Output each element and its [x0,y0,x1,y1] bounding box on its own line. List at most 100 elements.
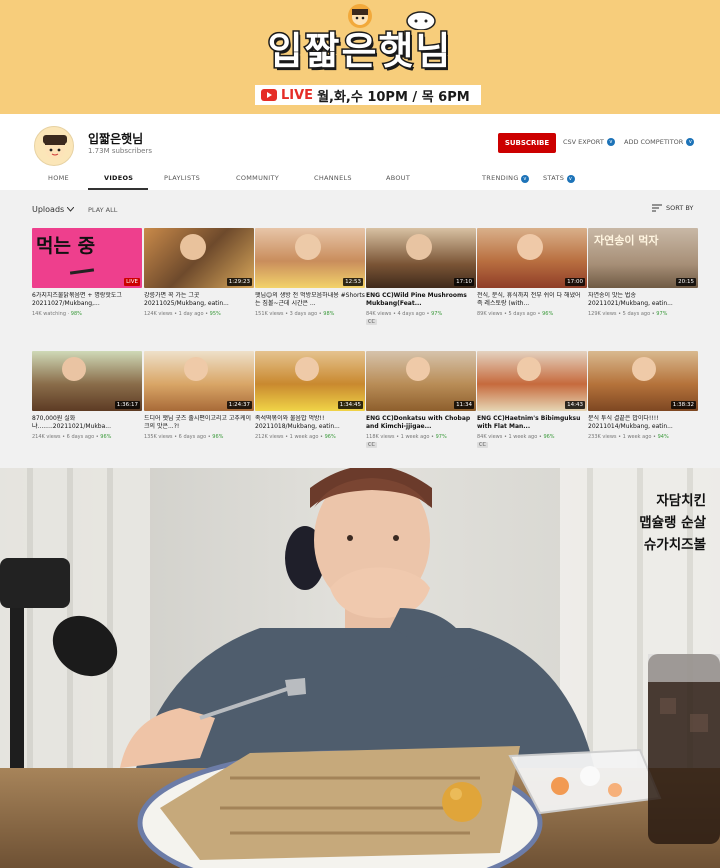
like-ratio: 96% [100,434,112,440]
video-title[interactable]: 분식 투식 결끝은 밥이다!!!! 20211014/Mukbang, eati… [588,415,698,431]
video-thumbnail[interactable]: 자연송이 먹자 20:15 [588,228,698,288]
upload-age: 5 days ago [508,311,536,317]
video-meta: 129K views • 5 days ago • 97% [588,311,668,317]
tab-stats[interactable]: STATS v [543,174,575,183]
video-duration: 1:38:32 [670,401,696,409]
caption-line: 자담치킨 [656,493,706,509]
video-duration: 17:10 [454,278,474,286]
caption-line: 슈가치즈볼 [643,537,706,553]
video-thumbnail[interactable]: 1:29:23 [144,228,254,288]
tab-playlists[interactable]: PLAYLISTS [164,174,200,182]
video-meta: 84K views • 4 days ago • 97% [366,311,443,317]
video-duration: 1:34:45 [337,401,363,409]
channel-tabs: HOME VIDEOS PLAYLISTS COMMUNITY CHANNELS… [0,170,720,238]
thumb-person [180,234,206,260]
video-thumbnail[interactable]: 12:53 [255,228,365,288]
video-title[interactable]: ENG CC)Haetnim's Bibimguksu with Flat Ma… [477,415,587,431]
sort-by-label: SORT BY [666,204,694,212]
video-thumbnail[interactable]: 1:38:32 [588,351,698,411]
vidiq-icon: v [521,175,530,183]
like-ratio: 98% [323,311,335,317]
video-title[interactable]: 족석떡볶이와 불음밥 먹방!! 20211018/Mukbang, eatin.… [255,415,365,431]
like-ratio: 96% [543,434,555,440]
video-thumbnail[interactable]: 먹는 중 LIVE [32,228,142,288]
video-title[interactable]: 870,000원 실화 냐........20211021/Mukba... [32,415,142,431]
tab-stats-label: STATS [543,174,565,182]
video-meta: 233K views • 1 week ago • 94% [588,434,669,440]
video-thumbnail[interactable]: 1:36:17 [32,351,142,411]
live-label: LIVE [281,87,314,103]
channel-name: 입짧은햇님 [88,132,144,146]
upload-age: 3 days ago [289,311,318,317]
video-meta: 89K views • 5 days ago • 96% [477,311,554,317]
video-thumbnail[interactable]: 17:00 [477,228,587,288]
video-title[interactable]: 드디어 햇님 굿즈 출시편이고리고 고추케이크의 맛은...?! [144,415,254,431]
view-count: 89K views [477,311,503,317]
video-duration: 1:24:37 [226,401,252,409]
cc-badge: CC [366,319,377,325]
video-meta: 212K views • 1 week ago • 96% [255,434,336,440]
like-ratio: 97% [656,311,668,317]
channel-avatar[interactable] [34,126,74,166]
upload-age: 1 week ago [622,434,652,440]
thumb-text: 자연송이 먹자 [594,234,659,247]
like-ratio: 97% [435,434,447,440]
video-duration: 1:36:17 [114,401,140,409]
upload-age: 1 week ago [289,434,319,440]
banner-title: 입짧은햇님 [266,28,453,75]
subscribe-button[interactable]: SUBSCRIBE [498,133,556,153]
view-count: 118K views [366,434,395,440]
video-title[interactable]: ENG CC)Donkatsu with Chobap and Kimchi-j… [366,415,476,431]
like-ratio: 94% [657,434,669,440]
like-ratio: 96% [542,311,554,317]
video-thumbnail[interactable]: 14:43 [477,351,587,411]
play-all-button[interactable]: PLAY ALL [88,206,117,214]
uploads-dropdown[interactable]: Uploads [32,205,75,214]
view-count: 151K views [255,311,284,317]
video-duration: 14:43 [565,401,585,409]
video-title[interactable]: 강릉가면 꼭 가는 그곳 20211025/Mukbang, eatin... [144,292,254,308]
like-ratio: 98% [70,311,82,317]
thumb-person [62,357,86,381]
video-meta: 124K views • 1 day ago • 95% [144,311,221,317]
live-schedule-bar: LIVE 월,화,수 10PM / 목 6PM [255,85,481,105]
signature-mark [69,268,95,275]
video-thumbnail[interactable]: 1:24:37 [144,351,254,411]
video-title[interactable]: 햇님😊의 생방 전 먹방모음하내용 #Shorts는 짐볼~근데 시간은 ... [255,292,365,308]
tab-trending[interactable]: TRENDING v [482,174,530,183]
video-thumbnail[interactable]: 11:34 [366,351,476,411]
thumb-person [517,234,543,260]
tab-about[interactable]: ABOUT [386,174,410,182]
food-caption: 자담치킨 맵슐랭 순살 슈가치즈볼 [639,490,706,556]
video-title[interactable]: 자연송이 맛는 법송 20211021/Mukbang, eatin... [588,292,698,308]
video-title[interactable]: 6가지치즈불닭볶음면 + 명랑핫도그 20211027/Mukbang,... [32,292,142,308]
upload-age: 6 days ago [66,434,95,440]
video-duration: 12:53 [343,278,363,286]
tab-home[interactable]: HOME [48,174,69,182]
tab-community[interactable]: COMMUNITY [236,174,279,182]
video-title[interactable]: 전식, 분식, 휴식까지 전부 쉬이 다 해냈어 즉 레스토랑 (with... [477,292,587,308]
like-ratio: 96% [324,434,336,440]
sort-by-button[interactable]: SORT BY [652,204,693,212]
csv-export-button[interactable]: CSV EXPORT v [563,138,615,146]
tab-videos[interactable]: VIDEOS [104,174,133,182]
video-duration: 1:29:23 [226,278,252,286]
video-title[interactable]: ENG CC)Wild Pine Mushrooms Mukbang(Feat.… [366,292,476,308]
cc-badge: CC [477,442,488,448]
upload-age: 6 days ago [178,434,207,440]
cc-badge: CC [366,442,377,448]
view-count: 84K views [366,311,392,317]
view-count: 214K views [32,434,61,440]
stream-scene-illustration [0,468,720,868]
video-thumbnail[interactable]: 1:34:45 [255,351,365,411]
thumb-person [517,357,541,381]
upload-age: 1 week ago [400,434,430,440]
upload-age: 4 days ago [397,311,425,317]
thumb-text: 먹는 중 [36,235,96,257]
tab-channels[interactable]: CHANNELS [314,174,352,182]
vidiq-icon: v [566,175,575,183]
video-thumbnail[interactable]: 17:10 [366,228,476,288]
vidiq-icon: v [606,138,615,146]
add-competitor-button[interactable]: ADD COMPETITOR v [624,138,695,146]
like-ratio: 97% [431,311,443,317]
